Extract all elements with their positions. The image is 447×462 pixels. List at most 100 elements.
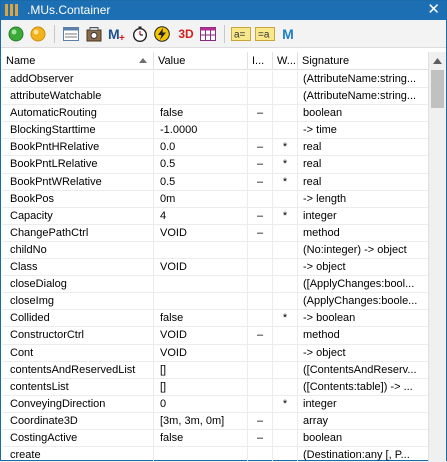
- lightning-icon[interactable]: [152, 24, 172, 44]
- cell-signature: boolean: [303, 431, 343, 444]
- cell-name: ConveyingDirection: [2, 395, 154, 413]
- cell-value: [154, 88, 248, 106]
- cell-i: –: [248, 105, 273, 123]
- cell-value: []: [154, 361, 248, 379]
- table-row[interactable]: ChangePathCtrl VOID – method: [2, 224, 428, 242]
- table-row[interactable]: BookPntHRelative 0.0– * real: [2, 139, 428, 157]
- cell-w: [273, 429, 298, 447]
- table-header: Name Value I... W... Signature: [2, 52, 428, 70]
- cell-signature: (No:integer) -> object: [303, 243, 407, 256]
- table-row[interactable]: Collided false * -> boolean: [2, 310, 428, 328]
- cell-name: BookPntWRelative: [2, 173, 154, 191]
- toolbar-separator: [224, 25, 225, 43]
- table-row[interactable]: childNo (No:integer) -> object: [2, 241, 428, 260]
- cell-i: [248, 344, 273, 362]
- table-row[interactable]: Class VOID -> object: [2, 259, 428, 277]
- table-row[interactable]: closeImg (ApplyChanges:boole...: [2, 293, 428, 311]
- table-row[interactable]: ConveyingDirection 0 * integer: [2, 395, 428, 413]
- container-window: .MUs.Container ✕ M + 3D a= =a M Name Val…: [0, 0, 447, 462]
- toolbar: M + 3D a= =a M: [1, 20, 446, 48]
- cell-signature: -> length: [303, 192, 347, 205]
- svg-text:+: +: [119, 33, 125, 42]
- table-row[interactable]: CostingActive false – boolean: [2, 429, 428, 448]
- orange-light-icon[interactable]: [28, 24, 48, 44]
- table-row[interactable]: create (Destination:any [, P...: [2, 447, 428, 462]
- table-row[interactable]: BookPntLRelative 0.5– * real: [2, 156, 428, 174]
- title-bar[interactable]: .MUs.Container ✕: [1, 1, 446, 20]
- table-row[interactable]: Coordinate3D [3m, 3m, 0m] – array: [2, 412, 428, 430]
- m-plus-icon[interactable]: M +: [107, 24, 127, 44]
- cell-name: attributeWatchable: [2, 88, 154, 106]
- cell-name: contentsList: [2, 378, 154, 396]
- column-header-i[interactable]: I...: [248, 52, 273, 70]
- cell-w: [273, 447, 298, 462]
- table-row[interactable]: closeDialog ([ApplyChanges:bool...: [2, 276, 428, 294]
- equals-a-icon[interactable]: =a: [254, 24, 276, 44]
- table-row[interactable]: BlockingStarttime -1.0000 -> time: [2, 122, 428, 140]
- cell-w: [273, 224, 298, 242]
- table-row[interactable]: ConstructorCtrl VOID – method: [2, 327, 428, 345]
- column-header-w[interactable]: W...: [273, 52, 298, 70]
- scroll-up-icon[interactable]: [429, 52, 446, 69]
- table-row[interactable]: BookPos 0m -> length: [2, 190, 428, 208]
- 3d-button[interactable]: 3D: [175, 24, 197, 44]
- cell-i: [248, 361, 273, 379]
- cell-name: Capacity: [2, 207, 154, 225]
- cell-signature: ([ContentsAndReserv...: [303, 363, 417, 376]
- cell-value: 0m: [154, 190, 248, 208]
- cell-i: –: [248, 327, 273, 345]
- table-row[interactable]: contentsList[] ([Contents:table]) -> ...: [2, 378, 428, 396]
- cell-value: 4: [154, 207, 248, 225]
- cell-signature: method: [303, 226, 340, 239]
- table-row[interactable]: addObserver (AttributeName:string...: [2, 71, 428, 89]
- m-icon[interactable]: M: [278, 24, 298, 44]
- cell-value: [154, 276, 248, 294]
- close-button[interactable]: ✕: [427, 1, 440, 19]
- cell-signature: real: [303, 175, 322, 188]
- cell-i: –: [248, 412, 273, 430]
- cell-signature: integer: [303, 209, 337, 222]
- a-equals-icon[interactable]: a=: [230, 24, 252, 44]
- cell-i: –: [248, 156, 273, 174]
- cell-w: [273, 259, 298, 277]
- cell-w: [273, 88, 298, 106]
- column-header-value[interactable]: Value: [154, 52, 248, 70]
- cell-w: [273, 327, 298, 345]
- cell-w: *: [273, 310, 298, 328]
- cell-w: *: [273, 156, 298, 174]
- stopwatch-icon[interactable]: [130, 24, 150, 44]
- table-row[interactable]: Capacity 4– * integer: [2, 207, 428, 225]
- green-light-icon[interactable]: [6, 24, 26, 44]
- table-row[interactable]: Cont VOID -> object: [2, 344, 428, 362]
- cell-i: [248, 276, 273, 294]
- table-view-icon[interactable]: [61, 24, 81, 44]
- cell-value: [154, 447, 248, 462]
- cell-i: [248, 293, 273, 311]
- cell-i: [248, 447, 273, 462]
- cell-name: create: [2, 447, 154, 462]
- table-row[interactable]: BookPntWRelative 0.5– * real: [2, 173, 428, 191]
- cell-value: false: [154, 310, 248, 328]
- table-row[interactable]: attributeWatchable (AttributeName:string.…: [2, 88, 428, 106]
- table-row[interactable]: contentsAndReservedList[] ([ContentsAndRe…: [2, 361, 428, 379]
- cell-w: [273, 276, 298, 294]
- cell-signature: boolean: [303, 107, 343, 120]
- table-row[interactable]: AutomaticRouting false – boolean: [2, 105, 428, 123]
- cell-w: [273, 361, 298, 379]
- cell-signature: (ApplyChanges:boole...: [303, 295, 418, 308]
- cell-name: BlockingStarttime: [2, 122, 154, 140]
- grid-icon[interactable]: [198, 24, 218, 44]
- cell-i: –: [248, 224, 273, 242]
- vertical-scrollbar[interactable]: [428, 52, 446, 462]
- camera-icon[interactable]: [84, 24, 104, 44]
- scrollbar-thumb[interactable]: [431, 70, 444, 108]
- cell-value: 0: [154, 395, 248, 413]
- cell-signature: -> boolean: [303, 312, 356, 325]
- column-header-signature[interactable]: Signature: [298, 52, 428, 70]
- svg-text:=a: =a: [258, 30, 270, 41]
- cell-i: –: [248, 173, 273, 191]
- column-header-name[interactable]: Name: [2, 52, 154, 70]
- cell-signature: (AttributeName:string...: [303, 73, 417, 85]
- cell-name: BookPos: [2, 190, 154, 208]
- svg-text:a=: a=: [234, 30, 246, 41]
